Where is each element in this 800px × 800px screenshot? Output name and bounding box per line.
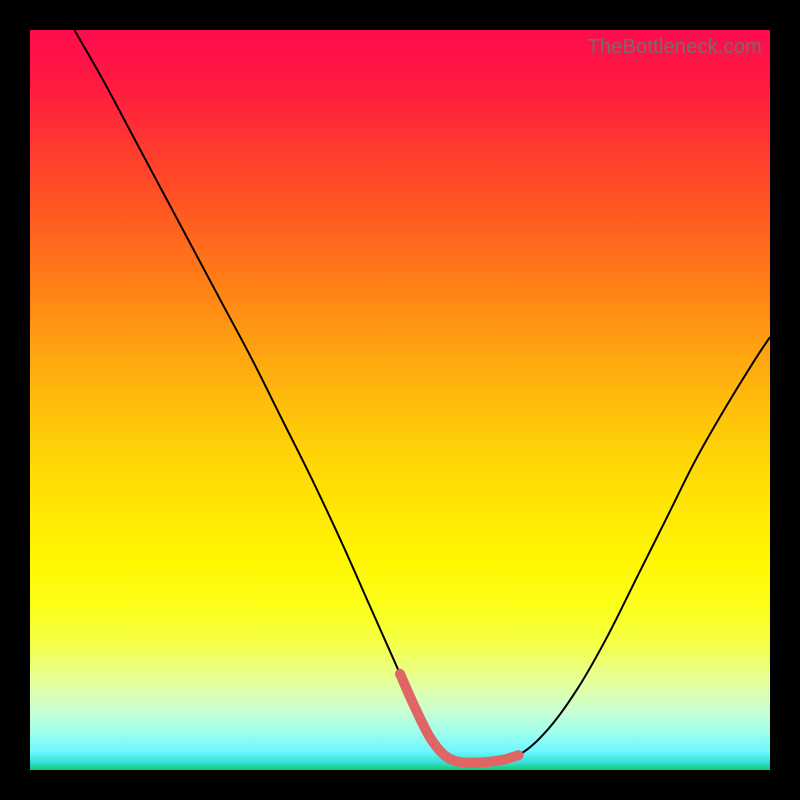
- highlight-segment: [400, 674, 518, 763]
- bottleneck-curve: [74, 30, 770, 763]
- plot-area: TheBottleneck.com: [30, 30, 770, 770]
- chart-frame: TheBottleneck.com: [0, 0, 800, 800]
- chart-svg: [30, 30, 770, 770]
